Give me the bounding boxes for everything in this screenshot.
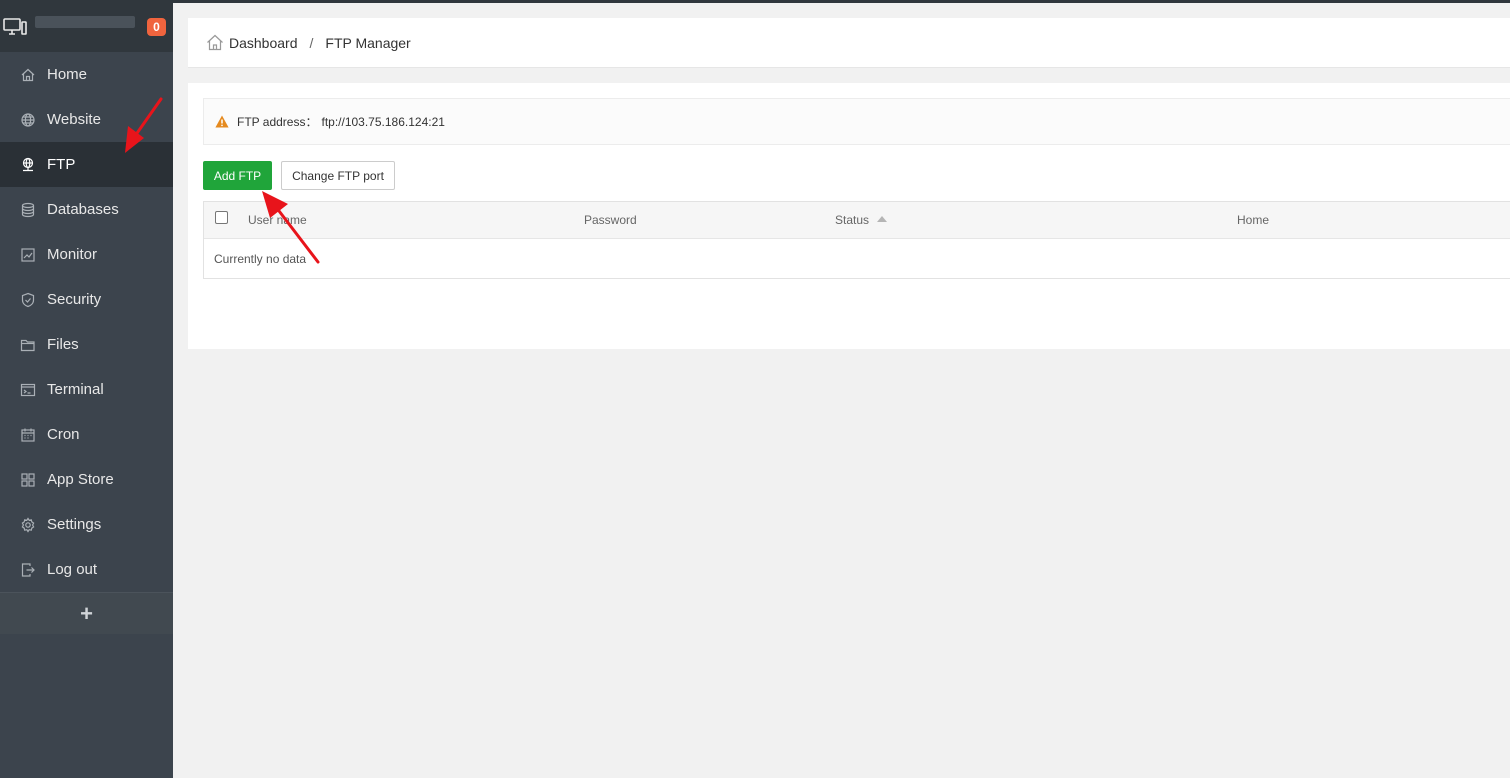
sort-ascending-icon xyxy=(877,216,888,222)
sidebar-item-security[interactable]: Security xyxy=(0,277,173,322)
folder-icon xyxy=(20,337,36,353)
breadcrumb-current: FTP Manager xyxy=(325,34,411,51)
ftp-icon xyxy=(20,157,36,173)
sidebar-item-label: Log out xyxy=(47,561,98,578)
sidebar: 0 Home Website FTP Databases Monitor Sec… xyxy=(0,0,173,778)
grid-icon xyxy=(20,472,36,488)
sidebar-add-button[interactable]: + xyxy=(0,592,173,634)
table-header: User name Password Status Home xyxy=(204,202,1510,239)
sidebar-item-databases[interactable]: Databases xyxy=(0,187,173,232)
terminal-icon xyxy=(20,382,36,398)
table-empty-row: Currently no data xyxy=(204,239,1510,278)
warning-icon xyxy=(215,115,229,128)
column-header-username[interactable]: User name xyxy=(248,213,307,227)
sidebar-item-app-store[interactable]: App Store xyxy=(0,457,173,502)
sidebar-item-label: Settings xyxy=(47,516,102,533)
sidebar-item-home[interactable]: Home xyxy=(0,52,173,97)
ftp-table: User name Password Status Home Currently… xyxy=(203,201,1510,279)
sidebar-item-label: Cron xyxy=(47,426,80,443)
sidebar-item-monitor[interactable]: Monitor xyxy=(0,232,173,277)
top-border xyxy=(0,0,1510,3)
ftp-address-value: ftp://103.75.186.124:21 xyxy=(321,114,445,129)
sidebar-item-label: Files xyxy=(47,336,79,353)
server-hostname-redacted xyxy=(35,16,135,28)
logout-icon xyxy=(20,562,36,578)
home-icon xyxy=(206,34,224,51)
gear-icon xyxy=(20,516,36,533)
sidebar-item-label: Databases xyxy=(47,201,119,218)
globe-icon xyxy=(20,112,36,128)
sidebar-item-files[interactable]: Files xyxy=(0,322,173,367)
database-icon xyxy=(20,202,36,218)
sidebar-menu: Home Website FTP Databases Monitor Secur… xyxy=(0,52,173,592)
change-ftp-port-button[interactable]: Change FTP port xyxy=(281,161,395,190)
sidebar-item-label: App Store xyxy=(47,471,114,488)
column-header-status[interactable]: Status xyxy=(835,213,888,227)
column-header-home[interactable]: Home xyxy=(1237,213,1269,227)
sidebar-header: 0 xyxy=(0,0,173,52)
sidebar-item-label: Website xyxy=(47,111,101,128)
sidebar-item-log-out[interactable]: Log out xyxy=(0,547,173,592)
select-all-checkbox[interactable] xyxy=(215,211,228,224)
breadcrumb: Dashboard / FTP Manager xyxy=(188,18,1510,68)
sidebar-item-label: Security xyxy=(47,291,102,308)
sidebar-item-label: FTP xyxy=(47,156,76,173)
sidebar-item-website[interactable]: Website xyxy=(0,97,173,142)
sidebar-item-terminal[interactable]: Terminal xyxy=(0,367,173,412)
sidebar-item-ftp[interactable]: FTP xyxy=(0,142,173,187)
ftp-address-label: FTP address： xyxy=(237,115,318,129)
calendar-icon xyxy=(20,427,36,443)
add-ftp-button[interactable]: Add FTP xyxy=(203,161,272,190)
monitor-chart-icon xyxy=(20,247,36,263)
sidebar-item-settings[interactable]: Settings xyxy=(0,502,173,547)
ftp-address-alert: FTP address： ftp://103.75.186.124:21 xyxy=(203,98,1510,145)
ftp-manager-panel: FTP address： ftp://103.75.186.124:21 Add… xyxy=(188,83,1510,349)
sidebar-item-label: Monitor xyxy=(47,246,98,263)
sidebar-item-label: Terminal xyxy=(47,381,104,398)
home-icon xyxy=(20,67,36,83)
server-monitor-icon xyxy=(3,18,27,41)
breadcrumb-dashboard-link[interactable]: Dashboard xyxy=(229,35,298,51)
column-header-password[interactable]: Password xyxy=(584,213,637,227)
sidebar-item-label: Home xyxy=(47,66,88,83)
notification-badge[interactable]: 0 xyxy=(147,18,166,36)
shield-icon xyxy=(20,292,36,308)
empty-state-text: Currently no data xyxy=(214,251,307,266)
column-header-status-label: Status xyxy=(835,213,870,227)
sidebar-item-cron[interactable]: Cron xyxy=(0,412,173,457)
breadcrumb-separator: / xyxy=(309,34,314,51)
